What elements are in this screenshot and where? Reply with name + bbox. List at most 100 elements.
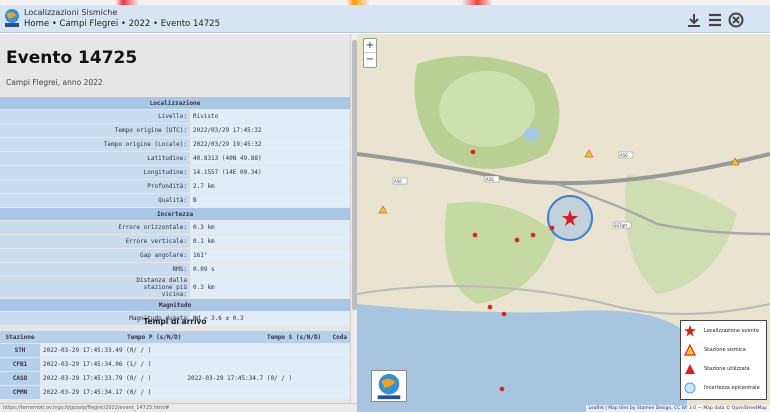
row-value: B <box>190 194 350 207</box>
table-row: Errore orizzontale: 0.3 km <box>0 221 350 234</box>
row-value: 0.3 km <box>190 277 350 298</box>
s-time-cell: 2022-03-29 17:45:34.7 (0/ / ) <box>184 372 325 385</box>
row-label: Errore verticale: <box>0 235 190 248</box>
p-time-cell: 2022-03-29 17:45:33.79 (0/ / ) <box>40 372 185 385</box>
breadcrumb: Home • Campi Flegrei • 2022 • Evento 147… <box>24 19 220 29</box>
close-circle-icon[interactable] <box>728 12 744 28</box>
legend-item: Localizzazione evento <box>684 323 766 339</box>
row-value: 0.3 km <box>190 221 350 234</box>
red-triangle-icon <box>685 364 695 374</box>
row-label: Profondità: <box>0 180 190 193</box>
road-label: SS7qtr <box>614 223 628 228</box>
breadcrumb-sep: • <box>51 19 57 29</box>
breadcrumb-year[interactable]: 2022 <box>129 19 151 29</box>
row-label: Livello: <box>0 110 190 123</box>
breadcrumb-sep: • <box>120 19 126 29</box>
legend-label: Stazione utilizzata <box>704 366 750 372</box>
legend-label: Incertezza epicentrale <box>704 385 760 391</box>
section-magnitudo: Magnitudo <box>0 299 350 311</box>
page-title: Evento 14725 <box>6 48 138 68</box>
row-value: 2022/03/29 17:45:32 <box>190 124 350 137</box>
row-value: 40.8313 (40N 49.88) <box>190 152 350 165</box>
table-row: RMS: 0.09 s <box>0 263 350 276</box>
breadcrumb-sep: • <box>152 19 158 29</box>
row-value: 0.09 s <box>190 263 350 276</box>
row-label: Tempo origine (Locale): <box>0 138 190 151</box>
event-details-panel: Evento 14725 Campi Flegrei, anno 2022 Lo… <box>0 34 350 403</box>
ingv-logo-icon <box>5 9 19 27</box>
event-subtitle: Campi Flegrei, anno 2022 <box>6 78 103 87</box>
row-value: 2.7 km <box>190 180 350 193</box>
row-label: Gap angolare: <box>0 249 190 262</box>
col-header: Stazione <box>0 331 40 343</box>
table-row: Longitudine: 14.1557 (14E 09.34) <box>0 166 350 179</box>
table-row: Errore verticale: 0.1 km <box>0 235 350 248</box>
row-label: Longitudine: <box>0 166 190 179</box>
table-row: Qualità: B <box>0 194 350 207</box>
map-legend: Localizzazione evento Stazione sismica S… <box>680 320 767 400</box>
breadcrumb-home[interactable]: Home <box>24 19 49 29</box>
row-value: Rivisto <box>190 110 350 123</box>
download-icon[interactable] <box>686 12 702 28</box>
p-time-cell: 2022-03-29 17:45:34.17 (0/ / ) <box>40 386 185 399</box>
row-value: 14.1557 (14E 09.34) <box>190 166 350 179</box>
legend-item: Incertezza epicentrale <box>684 380 766 396</box>
coda-cell <box>324 372 350 385</box>
left-panel-scrollbar[interactable] <box>350 34 357 403</box>
table-row: Profondità: 2.7 km <box>0 180 350 193</box>
section-localizzazione: Localizzazione <box>0 97 350 109</box>
app-header: Localizzazioni Sismiche Home • Campi Fle… <box>0 5 770 33</box>
row-label: Errore orizzontale: <box>0 221 190 234</box>
row-label: Distanza dalla stazione più vicina: <box>0 277 190 298</box>
zoom-in-button[interactable]: + <box>364 39 376 53</box>
col-header: Coda <box>324 331 350 343</box>
map-attribution[interactable]: Leaflet | Map tiles by Stamen Design, CC… <box>585 405 770 412</box>
arrivals-table: Stazione Tempo P (s/N/D) Tempo S (s/N/D) Co… <box>0 330 350 400</box>
s-time-cell <box>184 386 325 399</box>
breadcrumb-area[interactable]: Campi Flegrei <box>60 19 119 29</box>
s-time-cell <box>184 344 325 357</box>
station-cell: CPMN <box>0 386 40 399</box>
map-view[interactable]: A56 A56 A56 SS7qtr + − Localizzazione ev… <box>357 34 770 412</box>
row-value: 0.1 km <box>190 235 350 248</box>
legend-item: Stazione utilizzata <box>684 361 766 377</box>
legend-label: Localizzazione evento <box>704 328 759 334</box>
road-label: A56 <box>394 179 402 184</box>
station-cell: CASO <box>0 372 40 385</box>
station-cell: CFB1 <box>0 358 40 371</box>
table-row: CASO 2022-03-29 17:45:33.79 (0/ / ) 2022-0… <box>0 372 350 385</box>
arrivals-title: Tempi di arrivo <box>143 317 207 326</box>
event-info-table: Localizzazione Livello: Rivisto Tempo ori… <box>0 96 350 326</box>
road-label: A56 <box>620 153 628 158</box>
coda-cell <box>324 358 350 371</box>
section-incertezza: Incertezza <box>0 208 350 220</box>
circle-icon <box>684 382 696 394</box>
table-row: Tempo origine (UTC): 2022/03/29 17:45:32 <box>0 124 350 137</box>
zoom-out-button[interactable]: − <box>364 53 376 67</box>
legend-label: Stazione sismica <box>704 347 746 353</box>
table-row: Gap angolare: 161° <box>0 249 350 262</box>
star-icon <box>684 325 696 337</box>
p-time-cell: 2022-03-29 17:45:34.06 (1/ / ) <box>40 358 185 371</box>
road-label: A56 <box>486 177 494 182</box>
table-row: CFB1 2022-03-29 17:45:34.06 (1/ / ) <box>0 358 350 371</box>
table-row: Livello: Rivisto <box>0 110 350 123</box>
row-value: 161° <box>190 249 350 262</box>
row-value: 2022/03/29 19:45:32 <box>190 138 350 151</box>
zoom-control: + − <box>363 38 377 68</box>
table-row: STH 2022-03-29 17:45:33.49 (0/ / ) <box>0 344 350 357</box>
p-time-cell: 2022-03-29 17:45:33.49 (0/ / ) <box>40 344 185 357</box>
row-label: RMS: <box>0 263 190 276</box>
yellow-triangle-icon <box>684 344 696 356</box>
col-header: Tempo P (s/N/D) <box>40 331 185 343</box>
menu-list-icon[interactable] <box>707 12 723 28</box>
legend-item: Stazione sismica <box>684 342 766 358</box>
table-row: Tempo origine (Locale): 2022/03/29 19:45:… <box>0 138 350 151</box>
row-label: Latitudine: <box>0 152 190 165</box>
breadcrumb-event: Evento 14725 <box>160 19 220 29</box>
status-bar-url: https://terremoti.ov.ingv.it/gossip/fleg… <box>0 403 357 412</box>
col-header: Tempo S (s/N/D) <box>184 331 325 343</box>
table-row: Latitudine: 40.8313 (40N 49.88) <box>0 152 350 165</box>
station-cell: STH <box>0 344 40 357</box>
ingv-map-logo-icon <box>371 370 407 402</box>
